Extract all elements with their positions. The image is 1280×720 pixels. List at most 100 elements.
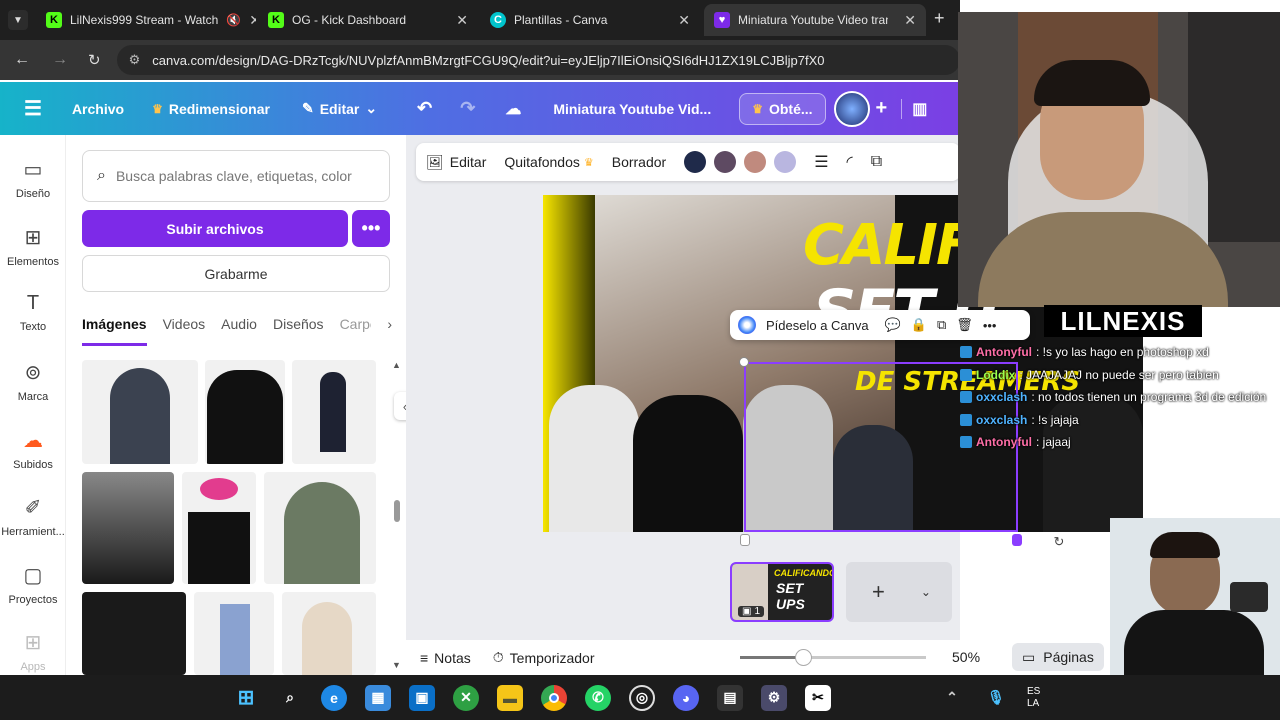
search-icon[interactable]: ⌕ xyxy=(277,685,303,711)
zoom-slider-thumb[interactable] xyxy=(795,649,812,666)
color-swatch[interactable] xyxy=(714,151,737,173)
menu-icon[interactable]: ☰ xyxy=(24,96,42,121)
language-indicator[interactable]: ES LA xyxy=(1027,686,1047,710)
obs-icon[interactable]: ◎ xyxy=(629,684,655,711)
corner-rounding-icon[interactable]: ◜ xyxy=(847,152,853,172)
undo-icon[interactable]: ↶ xyxy=(417,98,432,119)
zoom-slider[interactable] xyxy=(740,649,926,666)
tab-imagenes[interactable]: Imágenes xyxy=(82,316,147,346)
line-weight-icon[interactable]: ☰ xyxy=(814,152,828,172)
discord-icon[interactable]: ◕ xyxy=(673,684,699,711)
whatsapp-icon[interactable]: ✆ xyxy=(585,684,611,711)
tab-carpetas[interactable]: Carpe xyxy=(340,316,372,346)
color-swatch[interactable] xyxy=(684,151,707,173)
file-explorer-icon[interactable]: ▬ xyxy=(497,684,523,711)
trash-icon[interactable]: 🗑 xyxy=(956,317,973,333)
document-title[interactable]: Miniatura Youtube Vid... xyxy=(553,101,711,117)
lock-icon[interactable]: 🔒 xyxy=(911,317,927,333)
close-icon[interactable]: ✕ xyxy=(456,12,468,29)
upload-image-thumbnail[interactable] xyxy=(205,360,285,464)
upload-image-thumbnail[interactable] xyxy=(282,592,376,675)
add-collaborator-icon[interactable]: + xyxy=(876,97,888,120)
redimensionar-button[interactable]: ♛ Redimensionar xyxy=(152,101,270,117)
browser-tab-canva-templates[interactable]: C Plantillas - Canva ✕ xyxy=(480,4,700,36)
browser-tab-kick-stream[interactable]: K LilNexis999 Stream - Watch 🔇 ✕ xyxy=(36,4,256,36)
close-icon[interactable]: ✕ xyxy=(249,12,256,29)
upload-image-thumbnail[interactable] xyxy=(264,472,376,584)
crop-icon[interactable]: ⧉ xyxy=(871,153,882,171)
rail-item-diseno[interactable]: ▭ Diseño xyxy=(0,157,66,200)
rail-item-subidos[interactable]: ☁ Subidos xyxy=(0,428,66,471)
app-icon[interactable]: ▤ xyxy=(717,684,743,711)
rail-item-proyectos[interactable]: ▢ Proyectos xyxy=(0,563,66,606)
chevron-right-icon[interactable]: › xyxy=(387,316,392,346)
editar-button[interactable]: ✎ Editar ⌄ xyxy=(302,100,377,117)
app-icon[interactable]: ▣ xyxy=(409,684,435,711)
site-info-icon[interactable]: ⚙ xyxy=(129,52,141,68)
muted-icon[interactable]: 🔇 xyxy=(226,13,241,27)
scrollbar-thumb[interactable] xyxy=(394,500,400,522)
resize-handle[interactable] xyxy=(740,534,750,546)
rail-item-elementos[interactable]: ⊞ Elementos xyxy=(0,225,66,268)
color-swatch[interactable] xyxy=(774,151,797,173)
tab-search-icon[interactable]: ▼ xyxy=(8,10,28,30)
rail-item-texto[interactable]: T Texto xyxy=(0,292,66,333)
upload-image-thumbnail[interactable] xyxy=(182,472,256,584)
notes-button[interactable]: Notas xyxy=(434,650,471,666)
store-icon[interactable]: ▦ xyxy=(365,684,391,711)
upgrade-button[interactable]: ♛ Obté... xyxy=(739,92,826,125)
remove-background-button[interactable]: Quitafondos ♛ xyxy=(504,154,593,170)
browser-tab-canva-design[interactable]: ♥ Miniatura Youtube Video transm ✕ xyxy=(704,4,926,36)
close-icon[interactable]: ✕ xyxy=(904,12,916,29)
xbox-icon[interactable]: ✕ xyxy=(453,684,479,711)
tab-videos[interactable]: Videos xyxy=(163,316,206,346)
new-tab-icon[interactable]: + xyxy=(934,8,945,29)
upload-image-thumbnail[interactable] xyxy=(194,592,274,675)
page-thumbnail[interactable]: CALIFICANDO SET UPS ▣ 1 xyxy=(730,562,834,622)
timer-button[interactable]: Temporizador xyxy=(510,650,595,666)
upload-files-button[interactable]: Subir archivos xyxy=(82,210,348,247)
zoom-value[interactable]: 50% xyxy=(952,649,980,665)
rail-item-herramientas[interactable]: ✐ Herramient... xyxy=(0,495,66,538)
more-options-button[interactable]: ••• xyxy=(352,210,390,247)
comment-add-icon[interactable]: 💬 xyxy=(885,317,901,333)
archivo-button[interactable]: Archivo xyxy=(72,101,124,117)
resize-handle[interactable] xyxy=(1012,534,1022,546)
rotate-icon[interactable]: ↻ xyxy=(1048,534,1070,552)
upload-image-thumbnail[interactable] xyxy=(82,360,198,464)
cloud-sync-icon[interactable]: ☁ xyxy=(505,99,521,119)
back-icon[interactable]: ← xyxy=(14,51,30,69)
edge-icon[interactable]: e xyxy=(321,684,347,711)
chrome-icon[interactable] xyxy=(541,684,567,711)
duplicate-icon[interactable]: ⧉ xyxy=(937,317,946,333)
upload-image-thumbnail[interactable] xyxy=(82,472,174,584)
rail-item-apps[interactable]: ⊞ Apps xyxy=(0,630,66,673)
chevron-down-icon[interactable]: ⌄ xyxy=(921,585,931,599)
add-page-button[interactable]: + ⌄ xyxy=(846,562,952,622)
tab-disenos[interactable]: Diseños xyxy=(273,316,324,346)
pages-button[interactable]: ▭ Páginas xyxy=(1012,643,1104,671)
microphone-icon[interactable]: 🎙 xyxy=(983,685,1009,711)
url-field[interactable]: ⚙ canva.com/design/DAG-DRzTcgk/NUVplzfAn… xyxy=(116,45,960,75)
capcut-icon[interactable]: ✂ xyxy=(805,684,831,711)
redo-icon[interactable]: ↷ xyxy=(460,98,475,119)
browser-tab-kick-dashboard[interactable]: K OG - Kick Dashboard ✕ xyxy=(258,4,478,36)
avatar[interactable] xyxy=(833,90,870,127)
more-icon[interactable]: ••• xyxy=(983,318,997,333)
record-button[interactable]: Grabarme xyxy=(82,255,390,292)
upload-image-thumbnail[interactable] xyxy=(82,592,186,675)
tab-audio[interactable]: Audio xyxy=(221,316,257,346)
windows-start-icon[interactable]: ⊞ xyxy=(233,685,259,711)
ask-canva-button[interactable]: Pídeselo a Canva xyxy=(766,318,869,333)
search-input[interactable]: ⌕ Busca palabras clave, etiquetas, color xyxy=(82,150,390,202)
color-swatch[interactable] xyxy=(744,151,767,173)
eraser-button[interactable]: Borrador xyxy=(612,154,666,170)
forward-icon[interactable]: → xyxy=(52,51,68,69)
edit-image-button[interactable]: 🖼 Editar xyxy=(426,154,486,171)
upload-image-thumbnail[interactable] xyxy=(292,360,376,464)
insights-icon[interactable]: ▥ xyxy=(901,98,927,119)
rail-item-marca[interactable]: ⊚ Marca xyxy=(0,360,66,403)
reload-icon[interactable]: ↻ xyxy=(88,51,101,69)
settings-icon[interactable]: ⚙ xyxy=(761,684,787,711)
chevron-up-icon[interactable]: ⌃ xyxy=(939,685,965,711)
